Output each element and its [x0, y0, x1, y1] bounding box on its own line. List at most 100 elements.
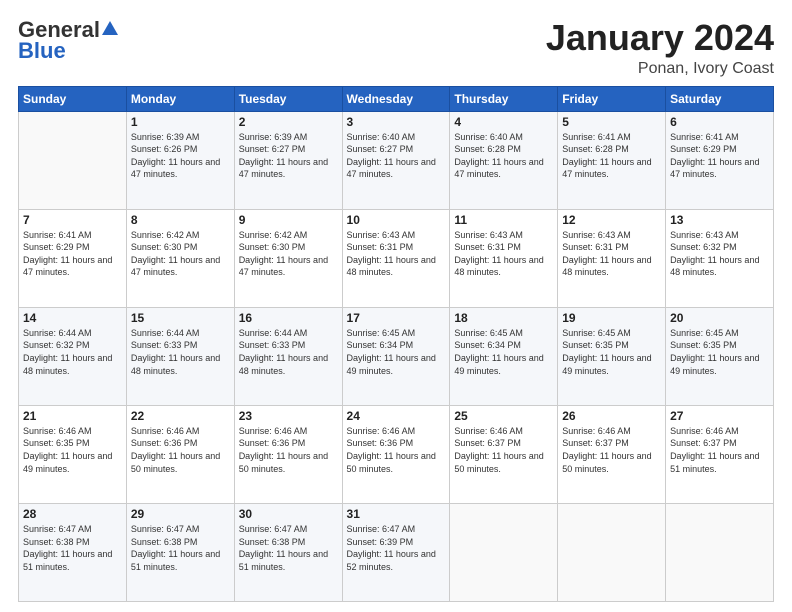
col-wednesday: Wednesday	[342, 86, 450, 111]
table-row: 22Sunrise: 6:46 AMSunset: 6:36 PMDayligh…	[126, 405, 234, 503]
day-number: 14	[23, 311, 122, 325]
table-row: 6 Sunrise: 6:41 AMSunset: 6:29 PMDaylight…	[666, 111, 774, 209]
calendar-week-row: 1 Sunrise: 6:39 AMSunset: 6:26 PMDaylight…	[19, 111, 774, 209]
day-number: 3	[347, 115, 446, 129]
col-friday: Friday	[558, 86, 666, 111]
day-number: 28	[23, 507, 122, 521]
table-row: 13 Sunrise: 6:43 AMSunset: 6:32 PMDayligh…	[666, 209, 774, 307]
table-row	[558, 503, 666, 601]
cell-text: Sunrise: 6:47 AMSunset: 6:38 PMDaylight:…	[239, 523, 338, 573]
day-number: 21	[23, 409, 122, 423]
logo-triangle-icon	[102, 21, 118, 35]
table-row: 18Sunrise: 6:45 AMSunset: 6:34 PMDayligh…	[450, 307, 558, 405]
cell-text: Sunrise: 6:43 AMSunset: 6:31 PMDaylight:…	[562, 229, 661, 279]
day-number: 5	[562, 115, 661, 129]
table-row: 11 Sunrise: 6:43 AMSunset: 6:31 PMDayligh…	[450, 209, 558, 307]
cell-text: Sunrise: 6:43 AMSunset: 6:31 PMDaylight:…	[454, 229, 553, 279]
day-number: 2	[239, 115, 338, 129]
cell-text: Sunrise: 6:44 AMSunset: 6:32 PMDaylight:…	[23, 327, 122, 377]
table-row: 20Sunrise: 6:45 AMSunset: 6:35 PMDayligh…	[666, 307, 774, 405]
day-number: 8	[131, 213, 230, 227]
day-number: 11	[454, 213, 553, 227]
day-number: 4	[454, 115, 553, 129]
day-number: 27	[670, 409, 769, 423]
subtitle: Ponan, Ivory Coast	[546, 60, 774, 78]
cell-text: Sunrise: 6:41 AMSunset: 6:28 PMDaylight:…	[562, 131, 661, 181]
day-number: 10	[347, 213, 446, 227]
table-row: 31Sunrise: 6:47 AMSunset: 6:39 PMDayligh…	[342, 503, 450, 601]
col-thursday: Thursday	[450, 86, 558, 111]
col-saturday: Saturday	[666, 86, 774, 111]
cell-text: Sunrise: 6:47 AMSunset: 6:38 PMDaylight:…	[23, 523, 122, 573]
table-row: 16 Sunrise: 6:44 AMSunset: 6:33 PMDayligh…	[234, 307, 342, 405]
day-number: 16	[239, 311, 338, 325]
table-row: 1 Sunrise: 6:39 AMSunset: 6:26 PMDaylight…	[126, 111, 234, 209]
cell-text: Sunrise: 6:46 AMSunset: 6:37 PMDaylight:…	[562, 425, 661, 475]
table-row: 12 Sunrise: 6:43 AMSunset: 6:31 PMDayligh…	[558, 209, 666, 307]
cell-text: Sunrise: 6:46 AMSunset: 6:36 PMDaylight:…	[239, 425, 338, 475]
cell-text: Sunrise: 6:39 AMSunset: 6:27 PMDaylight:…	[239, 131, 338, 181]
day-number: 9	[239, 213, 338, 227]
day-number: 13	[670, 213, 769, 227]
day-number: 6	[670, 115, 769, 129]
calendar-week-row: 21 Sunrise: 6:46 AMSunset: 6:35 PMDayligh…	[19, 405, 774, 503]
cell-text: Sunrise: 6:39 AMSunset: 6:26 PMDaylight:…	[131, 131, 230, 181]
table-row: 17 Sunrise: 6:45 AMSunset: 6:34 PMDayligh…	[342, 307, 450, 405]
table-row: 3Sunrise: 6:40 AMSunset: 6:27 PMDaylight…	[342, 111, 450, 209]
cell-text: Sunrise: 6:47 AMSunset: 6:39 PMDaylight:…	[347, 523, 446, 573]
table-row: 28 Sunrise: 6:47 AMSunset: 6:38 PMDayligh…	[19, 503, 127, 601]
logo-blue-text: Blue	[18, 38, 66, 64]
day-number: 15	[131, 311, 230, 325]
table-row: 10Sunrise: 6:43 AMSunset: 6:31 PMDayligh…	[342, 209, 450, 307]
cell-text: Sunrise: 6:46 AMSunset: 6:37 PMDaylight:…	[454, 425, 553, 475]
table-row: 8 Sunrise: 6:42 AMSunset: 6:30 PMDaylight…	[126, 209, 234, 307]
table-row: 4Sunrise: 6:40 AMSunset: 6:28 PMDaylight…	[450, 111, 558, 209]
header: General Blue January 2024 Ponan, Ivory C…	[18, 18, 774, 78]
table-row	[666, 503, 774, 601]
cell-text: Sunrise: 6:44 AMSunset: 6:33 PMDaylight:…	[239, 327, 338, 377]
table-row: 14 Sunrise: 6:44 AMSunset: 6:32 PMDayligh…	[19, 307, 127, 405]
title-block: January 2024 Ponan, Ivory Coast	[546, 18, 774, 78]
table-row: 2 Sunrise: 6:39 AMSunset: 6:27 PMDaylight…	[234, 111, 342, 209]
table-row: 27Sunrise: 6:46 AMSunset: 6:37 PMDayligh…	[666, 405, 774, 503]
table-row	[19, 111, 127, 209]
col-monday: Monday	[126, 86, 234, 111]
table-row: 29Sunrise: 6:47 AMSunset: 6:38 PMDayligh…	[126, 503, 234, 601]
day-number: 25	[454, 409, 553, 423]
logo: General Blue	[18, 18, 118, 64]
main-title: January 2024	[546, 18, 774, 58]
cell-text: Sunrise: 6:45 AMSunset: 6:34 PMDaylight:…	[347, 327, 446, 377]
cell-text: Sunrise: 6:44 AMSunset: 6:33 PMDaylight:…	[131, 327, 230, 377]
table-row: 7 Sunrise: 6:41 AMSunset: 6:29 PMDaylight…	[19, 209, 127, 307]
day-number: 7	[23, 213, 122, 227]
cell-text: Sunrise: 6:46 AMSunset: 6:36 PMDaylight:…	[131, 425, 230, 475]
day-number: 12	[562, 213, 661, 227]
cell-text: Sunrise: 6:45 AMSunset: 6:35 PMDaylight:…	[562, 327, 661, 377]
calendar-header-row: Sunday Monday Tuesday Wednesday Thursday…	[19, 86, 774, 111]
day-number: 26	[562, 409, 661, 423]
cell-text: Sunrise: 6:41 AMSunset: 6:29 PMDaylight:…	[23, 229, 122, 279]
cell-text: Sunrise: 6:46 AMSunset: 6:35 PMDaylight:…	[23, 425, 122, 475]
table-row: 21 Sunrise: 6:46 AMSunset: 6:35 PMDayligh…	[19, 405, 127, 503]
table-row: 24 Sunrise: 6:46 AMSunset: 6:36 PMDayligh…	[342, 405, 450, 503]
calendar-week-row: 14 Sunrise: 6:44 AMSunset: 6:32 PMDayligh…	[19, 307, 774, 405]
calendar-week-row: 7 Sunrise: 6:41 AMSunset: 6:29 PMDaylight…	[19, 209, 774, 307]
cell-text: Sunrise: 6:41 AMSunset: 6:29 PMDaylight:…	[670, 131, 769, 181]
day-number: 19	[562, 311, 661, 325]
day-number: 17	[347, 311, 446, 325]
col-tuesday: Tuesday	[234, 86, 342, 111]
calendar-table: Sunday Monday Tuesday Wednesday Thursday…	[18, 86, 774, 602]
day-number: 1	[131, 115, 230, 129]
table-row	[450, 503, 558, 601]
cell-text: Sunrise: 6:46 AMSunset: 6:36 PMDaylight:…	[347, 425, 446, 475]
day-number: 24	[347, 409, 446, 423]
cell-text: Sunrise: 6:42 AMSunset: 6:30 PMDaylight:…	[131, 229, 230, 279]
day-number: 23	[239, 409, 338, 423]
col-sunday: Sunday	[19, 86, 127, 111]
cell-text: Sunrise: 6:43 AMSunset: 6:32 PMDaylight:…	[670, 229, 769, 279]
day-number: 29	[131, 507, 230, 521]
calendar-week-row: 28 Sunrise: 6:47 AMSunset: 6:38 PMDayligh…	[19, 503, 774, 601]
cell-text: Sunrise: 6:45 AMSunset: 6:34 PMDaylight:…	[454, 327, 553, 377]
page: General Blue January 2024 Ponan, Ivory C…	[0, 0, 792, 612]
table-row: 19 Sunrise: 6:45 AMSunset: 6:35 PMDayligh…	[558, 307, 666, 405]
